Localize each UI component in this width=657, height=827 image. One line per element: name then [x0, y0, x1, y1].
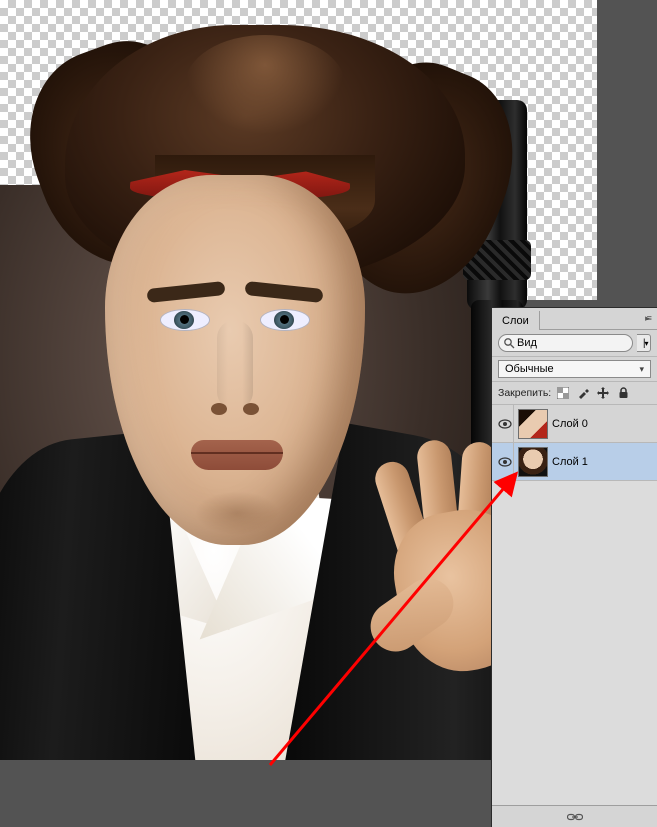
panel-menu-button[interactable]: ▸≡ [637, 307, 657, 329]
layers-panel: Слои ▸≡ Вид ▕▾ Обычные ▾ [491, 307, 657, 827]
panel-tab-bar: Слои ▸≡ [492, 308, 657, 330]
brush-icon [577, 387, 589, 399]
layer-name-label[interactable]: Слой 0 [552, 418, 588, 430]
layer-row[interactable]: Слой 0 [492, 405, 657, 443]
filter-dropdown-button[interactable]: ▕▾ [637, 334, 651, 352]
layer-thumbnail[interactable] [518, 409, 548, 439]
lock-row: Закрепить: [492, 382, 657, 405]
lock-position-button[interactable] [596, 386, 610, 400]
lock-all-button[interactable] [616, 386, 630, 400]
eye-icon [498, 457, 512, 467]
visibility-toggle[interactable] [496, 443, 514, 481]
chevron-down-icon: ▾ [639, 364, 644, 375]
blend-mode-select[interactable]: Обычные ▾ [498, 360, 651, 378]
visibility-toggle[interactable] [496, 405, 514, 443]
move-icon [597, 387, 609, 399]
tab-layers[interactable]: Слои [492, 311, 540, 330]
panel-status-bar [492, 805, 657, 827]
search-icon [503, 337, 515, 349]
workspace: Слои ▸≡ Вид ▕▾ Обычные ▾ [0, 0, 657, 827]
lock-pixels-button[interactable] [576, 386, 590, 400]
layer-list: Слой 0 Слой 1 [492, 405, 657, 805]
layer-filter-row: Вид ▕▾ [492, 330, 657, 357]
layer-thumbnail[interactable] [518, 447, 548, 477]
layer-name-label[interactable]: Слой 1 [552, 456, 588, 468]
tab-label: Слои [502, 315, 529, 327]
menu-icon: ▸≡ [645, 313, 649, 324]
lock-transparency-button[interactable] [556, 386, 570, 400]
checker-icon [557, 387, 569, 399]
chevron-down-icon: ▕▾ [638, 339, 648, 348]
layer-row[interactable]: Слой 1 [492, 443, 657, 481]
filter-kind-label: Вид [517, 337, 537, 349]
blend-mode-row: Обычные ▾ [492, 357, 657, 382]
lock-icon [618, 387, 629, 399]
eye-icon [498, 419, 512, 429]
blend-mode-label: Обычные [505, 363, 554, 375]
lock-label: Закрепить: [498, 387, 551, 399]
filter-kind-select[interactable]: Вид [498, 334, 633, 352]
link-icon[interactable] [567, 812, 583, 822]
